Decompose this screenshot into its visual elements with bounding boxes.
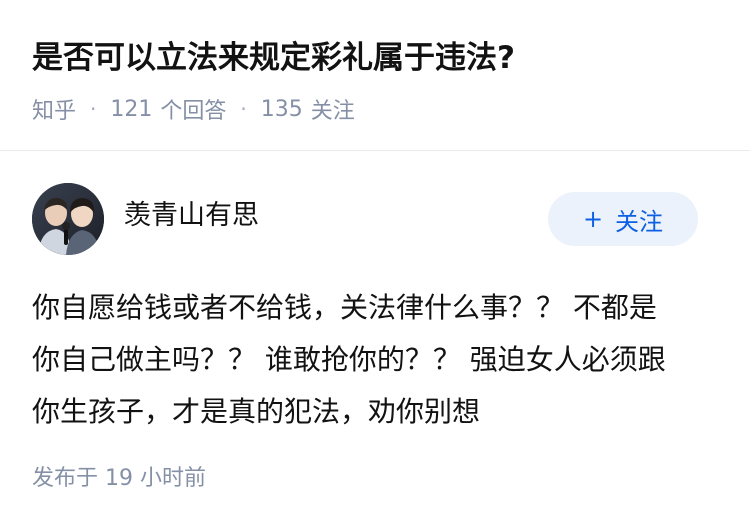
answer-count: 121 — [110, 96, 153, 122]
avatar-photo-icon — [32, 183, 104, 255]
publish-time: 发布于 19 小时前 — [32, 462, 206, 496]
source-label[interactable]: 知乎 — [32, 93, 76, 125]
author-name[interactable]: 羡青山有思 — [124, 198, 259, 234]
answer-line: 你自己做主吗？？ 谁敢抢你的？？ 强迫女人必须跟 — [32, 343, 666, 376]
follower-count: 135 — [260, 96, 303, 122]
publish-label: 发布于 — [32, 466, 99, 491]
answer-line: 你自愿给钱或者不给钱，关法律什么事？？ 不都是 — [32, 291, 657, 324]
question-meta: 知乎 · 121 个回答 · 135 关注 — [32, 92, 355, 126]
follow-button-label: 关注 — [615, 207, 664, 236]
follower-count-label: 关注 — [310, 99, 355, 124]
question-title[interactable]: 是否可以立法来规定彩礼属于违法? — [32, 36, 515, 80]
answer-count-label: 个回答 — [160, 99, 227, 124]
author-row: 羡青山有思 + 关注 — [0, 180, 750, 260]
answer-line: 你生孩子，才是真的犯法，劝你别想 — [32, 395, 481, 428]
meta-separator: · — [90, 97, 97, 121]
question-header: 是否可以立法来规定彩礼属于违法? 知乎 · 121 个回答 · 135 关注 — [0, 0, 750, 150]
follow-button[interactable]: + 关注 — [548, 192, 698, 246]
meta-separator: · — [240, 97, 247, 121]
publish-time-value: 19 小时前 — [105, 466, 207, 491]
divider — [0, 150, 750, 151]
avatar[interactable] — [32, 183, 104, 255]
plus-icon: + — [582, 205, 604, 233]
answer-content[interactable]: 你自愿给钱或者不给钱，关法律什么事？？ 不都是 你自己做主吗？？ 谁敢抢你的？？… — [32, 282, 712, 438]
